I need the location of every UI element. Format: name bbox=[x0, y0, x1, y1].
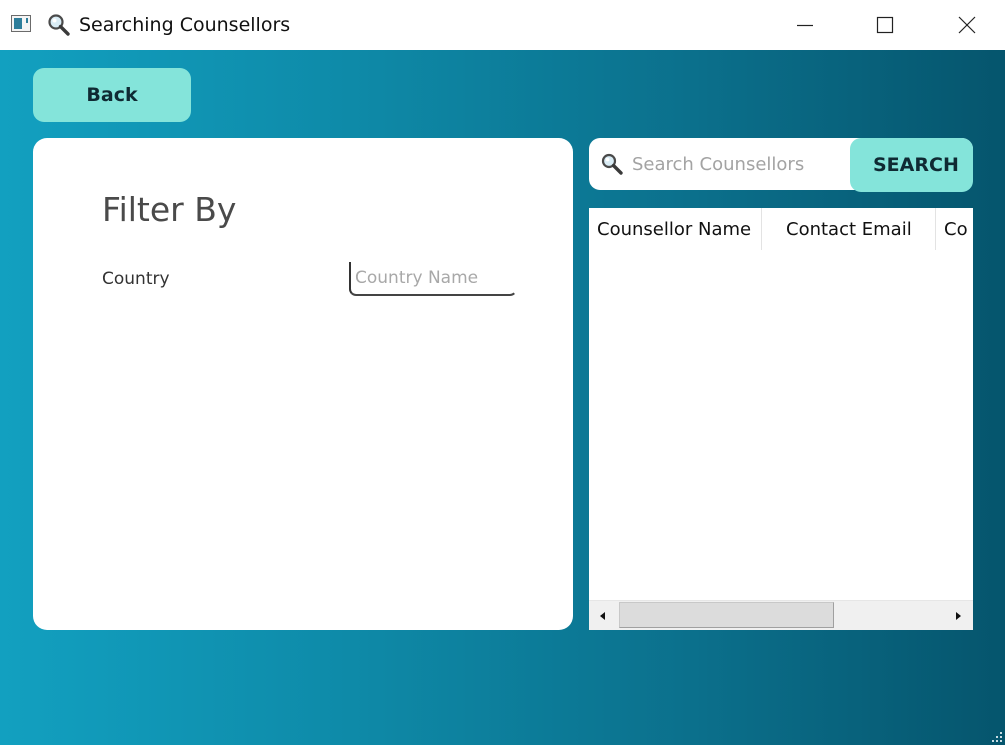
client-area: Back Filter By Country SEARCH Counsel bbox=[0, 50, 1005, 745]
country-input[interactable] bbox=[355, 265, 515, 291]
column-header-truncated[interactable]: Co bbox=[936, 208, 973, 250]
column-header-contact-email[interactable]: Contact Email bbox=[762, 208, 936, 250]
column-header-counsellor-name[interactable]: Counsellor Name bbox=[589, 208, 762, 250]
maximize-button[interactable] bbox=[856, 0, 914, 50]
magnifier-icon bbox=[601, 153, 623, 175]
app-window-icon bbox=[11, 15, 31, 32]
filter-panel: Filter By Country bbox=[33, 138, 573, 630]
title-bar: Searching Counsellors bbox=[0, 0, 1005, 50]
arrow-right-icon bbox=[956, 612, 961, 620]
close-icon bbox=[958, 16, 976, 34]
scroll-left-button[interactable] bbox=[591, 604, 615, 628]
arrow-left-icon bbox=[600, 612, 605, 620]
app-window: Searching Counsellors Back Filter By Cou… bbox=[0, 0, 1005, 745]
resize-grip-icon[interactable] bbox=[989, 729, 1003, 743]
title-magnifier-icon bbox=[48, 14, 70, 36]
app-icon-pane bbox=[14, 18, 22, 29]
scrollbar-thumb[interactable] bbox=[619, 602, 834, 628]
scroll-right-button[interactable] bbox=[946, 604, 970, 628]
minimize-icon bbox=[797, 24, 813, 27]
results-table: Counsellor Name Contact Email Co bbox=[589, 208, 973, 630]
search-bar: SEARCH bbox=[589, 138, 973, 192]
app-icon-tick bbox=[26, 18, 28, 23]
country-label: Country bbox=[102, 269, 170, 289]
table-header: Counsellor Name Contact Email Co bbox=[589, 208, 973, 250]
close-button[interactable] bbox=[938, 0, 996, 50]
search-input[interactable] bbox=[632, 151, 842, 177]
window-title: Searching Counsellors bbox=[79, 14, 291, 36]
minimize-button[interactable] bbox=[776, 0, 834, 50]
search-button[interactable]: SEARCH bbox=[850, 138, 973, 192]
filter-heading: Filter By bbox=[102, 190, 237, 229]
search-button-label: SEARCH bbox=[873, 154, 959, 176]
country-field bbox=[349, 262, 517, 296]
maximize-icon bbox=[876, 16, 894, 34]
horizontal-scrollbar[interactable] bbox=[589, 600, 973, 630]
back-button[interactable]: Back bbox=[33, 68, 191, 122]
